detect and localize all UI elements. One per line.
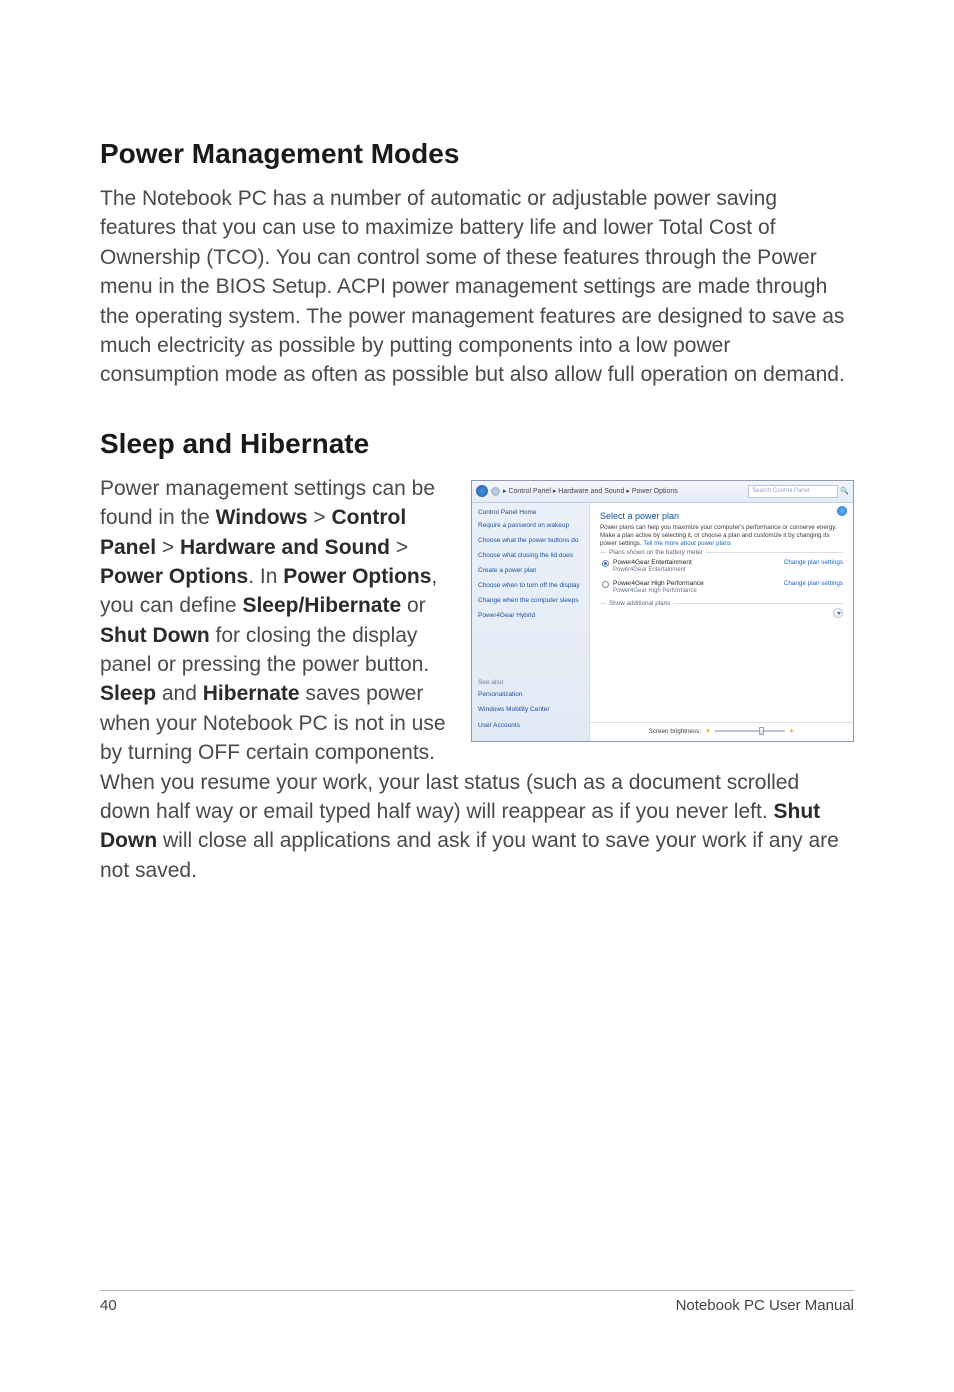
- text: will close all applications and ask if y…: [100, 829, 839, 881]
- plan-group-label: Plans shown on the battery meter: [606, 549, 706, 556]
- text: . In: [248, 565, 283, 588]
- search-input[interactable]: Search Control Panel: [748, 485, 838, 498]
- help-icon[interactable]: [837, 506, 847, 516]
- text: or: [401, 594, 426, 617]
- sidebar-seealso-item[interactable]: User Accounts: [478, 722, 583, 730]
- forward-icon[interactable]: [491, 487, 500, 496]
- bold-text: Hibernate: [203, 682, 300, 705]
- sidebar-item[interactable]: Change when the computer sleeps: [478, 597, 583, 605]
- pane-description: Power plans can help you maximize your c…: [600, 524, 843, 548]
- bold-text: Power Options: [283, 565, 431, 588]
- sidebar-seealso-item[interactable]: Personalization: [478, 691, 583, 699]
- bold-text: Sleep: [100, 682, 156, 705]
- additional-plans-label: Show additional plans: [606, 600, 673, 607]
- text: >: [156, 536, 180, 559]
- change-plan-link[interactable]: Change plan settings: [784, 580, 843, 587]
- sidebar-home[interactable]: Control Panel Home: [478, 509, 583, 516]
- sidebar-item[interactable]: Power4Gear Hybrid: [478, 612, 583, 620]
- bold-text: Sleep/Hibernate: [242, 594, 401, 617]
- power-options-screenshot: ▸ Control Panel ▸ Hardware and Sound ▸ P…: [471, 480, 854, 742]
- pane-title: Select a power plan: [600, 511, 843, 521]
- search-icon[interactable]: 🔍: [840, 487, 849, 495]
- tell-more-link[interactable]: Tell me more about power plans: [643, 540, 731, 547]
- page-footer: 40 Notebook PC User Manual: [100, 1290, 854, 1314]
- breadcrumb[interactable]: ▸ Control Panel ▸ Hardware and Sound ▸ P…: [503, 487, 678, 495]
- chevron-down-icon[interactable]: [833, 608, 843, 618]
- sidebar: Control Panel Home Require a password on…: [472, 503, 590, 741]
- page-number: 40: [100, 1297, 117, 1314]
- sidebar-item[interactable]: Create a power plan: [478, 567, 583, 575]
- sidebar-item[interactable]: Choose when to turn off the display: [478, 582, 583, 590]
- main-pane: Select a power plan Power plans can help…: [590, 503, 853, 741]
- power-plan-row[interactable]: Power4Gear Entertainment Power4Gear Ente…: [600, 557, 843, 578]
- text: >: [390, 536, 408, 559]
- paragraph-power-modes: The Notebook PC has a number of automati…: [100, 184, 854, 390]
- sidebar-seealso-item[interactable]: Windows Mobility Center: [478, 706, 583, 714]
- radio-selected-icon[interactable]: [602, 560, 609, 567]
- manual-title: Notebook PC User Manual: [676, 1297, 854, 1314]
- back-icon[interactable]: [476, 485, 488, 497]
- text: >: [308, 506, 332, 529]
- heading-power-modes: Power Management Modes: [100, 138, 854, 170]
- change-plan-link[interactable]: Change plan settings: [784, 559, 843, 566]
- text: and: [156, 682, 203, 705]
- radio-icon[interactable]: [602, 581, 609, 588]
- plan-sub: Power4Gear Entertainment: [613, 567, 692, 573]
- bold-text: Windows: [216, 506, 308, 529]
- see-also-label: See also: [478, 679, 583, 686]
- brightness-slider[interactable]: [715, 730, 785, 732]
- sun-bright-icon: ☀: [789, 728, 795, 735]
- plan-name: Power4Gear Entertainment: [613, 559, 692, 566]
- plan-sub: Power4Gear High Performance: [613, 588, 704, 594]
- sidebar-item[interactable]: Require a password on wakeup: [478, 522, 583, 530]
- sidebar-item[interactable]: Choose what the power buttons do: [478, 537, 583, 545]
- sun-dim-icon: ☀: [705, 728, 711, 735]
- bold-text: Hardware and Sound: [180, 536, 390, 559]
- plan-name: Power4Gear High Performance: [613, 580, 704, 587]
- address-bar: ▸ Control Panel ▸ Hardware and Sound ▸ P…: [472, 481, 853, 503]
- sidebar-item[interactable]: Choose what closing the lid does: [478, 552, 583, 560]
- bold-text: Shut Down: [100, 624, 210, 647]
- heading-sleep-hibernate: Sleep and Hibernate: [100, 428, 854, 460]
- brightness-bar: Screen brightness: ☀ ☀: [590, 722, 853, 735]
- power-plan-row[interactable]: Power4Gear High Performance Power4Gear H…: [600, 578, 843, 599]
- brightness-label: Screen brightness:: [649, 728, 702, 735]
- bold-text: Power Options: [100, 565, 248, 588]
